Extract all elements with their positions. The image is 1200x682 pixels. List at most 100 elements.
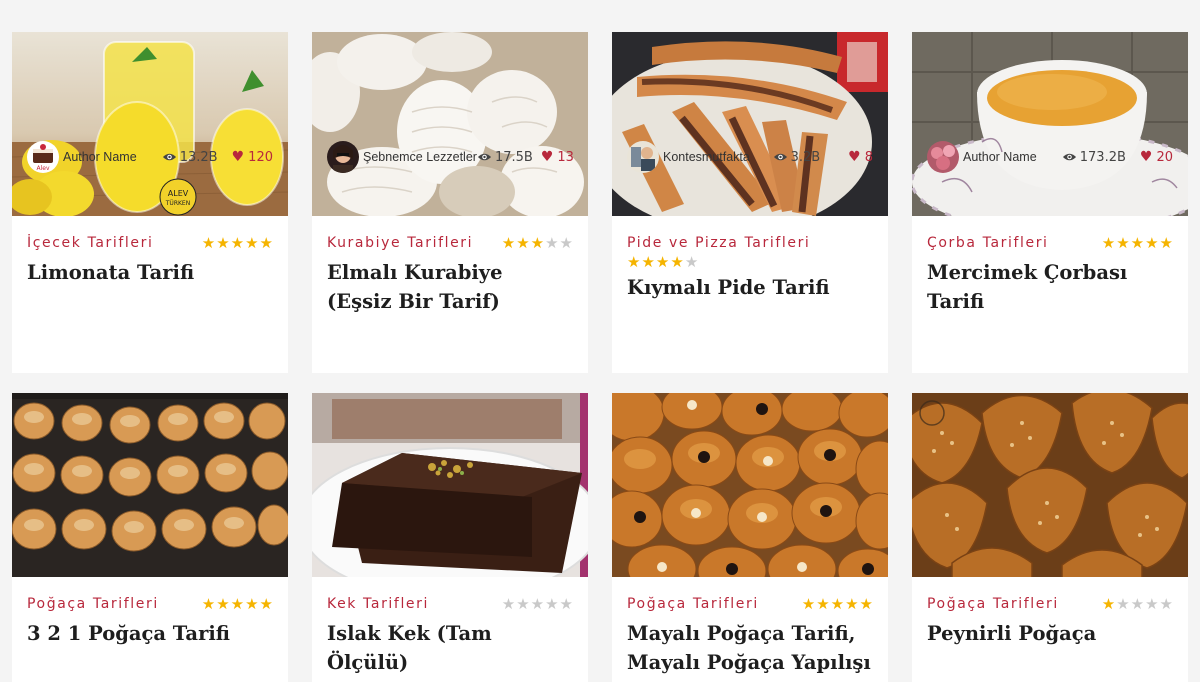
- star-icon: ★: [216, 233, 230, 252]
- eye-icon: [1062, 153, 1076, 161]
- recipe-category[interactable]: İçecek Tarifleri: [27, 235, 153, 251]
- recipe-category[interactable]: Çorba Tarifleri: [927, 235, 1049, 251]
- star-icon: ★: [559, 233, 573, 252]
- star-icon: ★: [530, 594, 545, 613]
- recipe-category[interactable]: Kurabiye Tarifleri: [327, 235, 473, 251]
- recipe-image[interactable]: [612, 32, 888, 216]
- recipe-category[interactable]: Poğaça Tarifleri: [627, 596, 759, 612]
- star-icon: ★: [201, 233, 216, 252]
- author-name[interactable]: Author Name: [963, 150, 1037, 164]
- rating-stars: ★ ★ ★ ★ ★: [501, 594, 573, 613]
- rating-stars: ★ ★ ★ ★ ★: [627, 253, 873, 271]
- star-icon: ★: [245, 233, 259, 252]
- star-icon: ★: [684, 252, 699, 271]
- star-icon: ★: [201, 594, 216, 613]
- star-icon: ★: [816, 594, 830, 613]
- svg-text:ALEV: ALEV: [168, 189, 189, 198]
- star-icon: ★: [259, 594, 273, 613]
- star-icon: ★: [1101, 594, 1116, 613]
- author-avatar[interactable]: [927, 141, 959, 173]
- recipe-image[interactable]: [312, 32, 588, 216]
- recipe-image[interactable]: [912, 393, 1188, 577]
- star-icon: ★: [1130, 233, 1145, 252]
- star-icon: ★: [1130, 594, 1145, 613]
- like-count-value: 20: [1156, 149, 1173, 165]
- recipe-meta: Author Name 173.2B ♥ 20: [927, 140, 1173, 174]
- view-count: 13.2B: [162, 150, 218, 165]
- star-icon: ★: [670, 252, 684, 271]
- recipe-card[interactable]: Pide ve Pizza Tarifleri ★ ★ ★ ★ ★ Kıymalı Pi…: [612, 32, 888, 373]
- star-icon: ★: [516, 594, 530, 613]
- recipe-card[interactable]: Poğaça Tarifleri ★ ★ ★ ★ ★ Mayalı Poğaça Tar…: [612, 393, 888, 682]
- star-icon: ★: [1145, 594, 1159, 613]
- recipe-title[interactable]: Mayalı Poğaça Tarifi, Mayalı Poğaça Yapı…: [627, 619, 873, 677]
- svg-text:Alev: Alev: [36, 165, 49, 172]
- author-avatar[interactable]: Alev: [27, 141, 59, 173]
- recipe-category[interactable]: Poğaça Tarifleri: [927, 596, 1059, 612]
- star-icon: ★: [830, 594, 845, 613]
- recipe-image[interactable]: [12, 393, 288, 577]
- star-icon: ★: [501, 594, 516, 613]
- heart-icon[interactable]: ♥: [1140, 149, 1153, 165]
- star-icon: ★: [545, 233, 559, 252]
- author-avatar[interactable]: [627, 141, 659, 173]
- like-count-value: 8: [864, 149, 873, 165]
- recipe-image[interactable]: [612, 393, 888, 577]
- like-count[interactable]: ♥ 8: [848, 149, 873, 165]
- rating-stars: ★ ★ ★ ★ ★: [201, 594, 273, 613]
- author-name[interactable]: Kontesmutfakta: [663, 150, 750, 164]
- star-icon: ★: [845, 594, 859, 613]
- recipe-image[interactable]: ALEV TÜRKEN: [12, 32, 288, 216]
- recipe-card[interactable]: Kurabiye Tarifleri ★ ★ ★ ★ ★ Elmalı Kurabiye…: [312, 32, 588, 373]
- author-name[interactable]: Şebnemce Lezzetler: [363, 150, 477, 164]
- recipe-meta: Alev Author Name 13.2B ♥ 120: [27, 140, 273, 174]
- star-icon: ★: [859, 594, 873, 613]
- star-icon: ★: [627, 252, 641, 271]
- recipe-card[interactable]: Poğaça Tarifleri ★ ★ ★ ★ ★ Peynirli Poğaça: [912, 393, 1188, 682]
- heart-icon[interactable]: ♥: [232, 149, 245, 165]
- recipe-card[interactable]: Kek Tarifleri ★ ★ ★ ★ ★ Islak Kek (Tam Ölçül…: [312, 393, 588, 682]
- star-icon: ★: [230, 594, 245, 613]
- recipe-card[interactable]: Poğaça Tarifleri ★ ★ ★ ★ ★ 3 2 1 Poğaça Tari…: [12, 393, 288, 682]
- star-icon: ★: [1116, 233, 1130, 252]
- star-icon: ★: [216, 594, 230, 613]
- recipe-image[interactable]: [312, 393, 588, 577]
- view-count: 17.5B: [477, 150, 533, 165]
- recipe-title[interactable]: Peynirli Poğaça: [927, 619, 1173, 648]
- author-name[interactable]: Author Name: [63, 150, 137, 164]
- recipe-title[interactable]: 3 2 1 Poğaça Tarifi: [27, 619, 273, 648]
- like-count-value: 120: [248, 149, 273, 165]
- like-count[interactable]: ♥ 120: [232, 149, 273, 165]
- recipe-title[interactable]: Mercimek Çorbası Tarifi: [927, 258, 1173, 316]
- recipe-card[interactable]: ALEV TÜRKEN İçecek Tarifleri ★ ★ ★ ★ ★ Limon…: [12, 32, 288, 373]
- like-count[interactable]: ♥ 13: [541, 149, 574, 165]
- recipe-title[interactable]: Elmalı Kurabiye (Eşsiz Bir Tarif): [327, 258, 573, 316]
- heart-icon[interactable]: ♥: [541, 149, 554, 165]
- star-icon: ★: [641, 252, 655, 271]
- recipe-title[interactable]: Kıymalı Pide Tarifi: [627, 273, 873, 302]
- like-count[interactable]: ♥ 20: [1140, 149, 1173, 165]
- recipe-category[interactable]: Poğaça Tarifleri: [27, 596, 159, 612]
- star-icon: ★: [259, 233, 273, 252]
- recipe-card[interactable]: Çorba Tarifleri ★ ★ ★ ★ ★ Mercimek Çorbası T…: [912, 32, 1188, 373]
- recipe-meta: Kontesmutfakta 3.2B ♥ 8: [627, 140, 873, 174]
- recipe-category[interactable]: Kek Tarifleri: [327, 596, 429, 612]
- rating-stars: ★ ★ ★ ★ ★: [1102, 233, 1173, 252]
- rating-stars: ★ ★ ★ ★ ★: [1101, 594, 1173, 613]
- recipe-title[interactable]: Islak Kek (Tam Ölçülü): [327, 619, 573, 677]
- star-icon: ★: [516, 233, 530, 252]
- star-icon: ★: [530, 233, 545, 252]
- view-count: 173.2B: [1062, 150, 1126, 165]
- recipe-image[interactable]: [912, 32, 1188, 216]
- eye-icon: [477, 153, 492, 161]
- star-icon: ★: [230, 233, 245, 252]
- recipe-category[interactable]: Pide ve Pizza Tarifleri: [627, 235, 810, 251]
- recipe-title[interactable]: Limonata Tarifi: [27, 258, 273, 287]
- eye-icon: [162, 153, 176, 161]
- star-icon: ★: [501, 233, 516, 252]
- rating-stars: ★ ★ ★ ★ ★: [802, 594, 873, 613]
- star-icon: ★: [1159, 594, 1173, 613]
- author-avatar[interactable]: [327, 141, 359, 173]
- heart-icon[interactable]: ♥: [848, 149, 861, 165]
- like-count-value: 13: [557, 149, 574, 165]
